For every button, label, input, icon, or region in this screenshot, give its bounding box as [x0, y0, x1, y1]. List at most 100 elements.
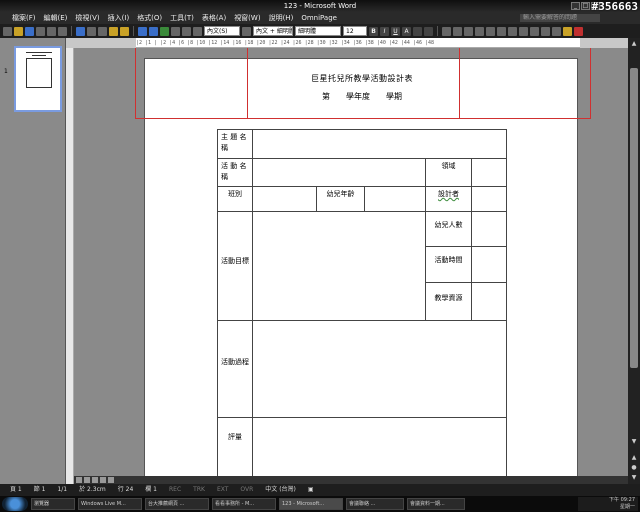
- font-size-select[interactable]: 12: [343, 26, 367, 36]
- status-ovr[interactable]: OVR: [234, 484, 259, 496]
- menu-format[interactable]: 格式(O): [133, 12, 166, 24]
- columns-icon[interactable]: [182, 26, 191, 36]
- menu-table[interactable]: 表格(A): [198, 12, 230, 24]
- eval-value-cell[interactable]: [252, 417, 507, 477]
- print-icon[interactable]: [47, 26, 56, 36]
- time-value-cell[interactable]: [471, 246, 507, 283]
- prev-page-icon[interactable]: ▲: [630, 454, 638, 462]
- align-justify-icon[interactable]: [442, 26, 451, 36]
- maximize-button[interactable]: □: [581, 2, 590, 10]
- font-border-button[interactable]: A: [402, 26, 411, 36]
- vertical-ruler[interactable]: [66, 48, 74, 484]
- status-rec[interactable]: REC: [163, 484, 187, 496]
- font-color-icon[interactable]: [574, 26, 583, 36]
- spelling-status-icon[interactable]: ▣: [302, 484, 320, 496]
- new-document-icon[interactable]: [3, 26, 12, 36]
- clock-time[interactable]: 下午 09:27: [578, 497, 635, 504]
- menu-file[interactable]: 檔案(F): [8, 12, 40, 24]
- menu-insert[interactable]: 插入(I): [104, 12, 134, 24]
- reading-view-icon[interactable]: [108, 477, 114, 483]
- status-bar: 頁 1 節 1 1/1 於 2.3cm 行 24 欄 1 REC TRK EXT…: [0, 484, 640, 496]
- goal-value-cell[interactable]: [252, 211, 426, 321]
- line-spacing-icon[interactable]: [497, 26, 506, 36]
- hyperlink-icon[interactable]: [160, 26, 169, 36]
- domain-value-cell[interactable]: [471, 158, 507, 187]
- decrease-indent-icon[interactable]: [530, 26, 539, 36]
- border-icon[interactable]: [552, 26, 561, 36]
- taskbar-item[interactable]: Windows Live M...: [78, 498, 142, 510]
- vertical-scrollbar[interactable]: ▲ ▼ ▲ ● ▼: [628, 38, 640, 484]
- horizontal-ruler[interactable]: |2 |1 | |2 |4 |6 |8 |10 |12 |14 |16 |18 …: [136, 38, 580, 48]
- align-center-icon[interactable]: [464, 26, 473, 36]
- print-layout-icon[interactable]: [92, 477, 98, 483]
- save-icon[interactable]: [25, 26, 34, 36]
- menu-help[interactable]: 說明(H): [265, 12, 298, 24]
- select-browse-icon[interactable]: ●: [630, 464, 638, 472]
- status-trk[interactable]: TRK: [187, 484, 211, 496]
- outline-view-icon[interactable]: [100, 477, 106, 483]
- menu-window[interactable]: 視窗(W): [230, 12, 264, 24]
- help-search-input[interactable]: 輸入需要解答的問題: [520, 14, 600, 22]
- scroll-up-icon[interactable]: ▲: [630, 40, 638, 48]
- class-value-cell[interactable]: [252, 186, 317, 212]
- menu-edit[interactable]: 編輯(E): [40, 12, 72, 24]
- copy-icon[interactable]: [98, 26, 107, 36]
- bullets-icon[interactable]: [519, 26, 528, 36]
- count-value-cell[interactable]: [471, 211, 507, 247]
- web-view-icon[interactable]: [84, 477, 90, 483]
- permission-icon[interactable]: [36, 26, 45, 36]
- spelling-icon[interactable]: [76, 26, 85, 36]
- distributed-icon[interactable]: [486, 26, 495, 36]
- scroll-thumb[interactable]: [630, 68, 638, 368]
- increase-indent-icon[interactable]: [541, 26, 550, 36]
- taskbar-item[interactable]: 台大推薦網頁 ...: [145, 498, 209, 510]
- numbering-icon[interactable]: [508, 26, 517, 36]
- char-scale-icon[interactable]: [424, 26, 433, 36]
- taskbar-item[interactable]: 會議資料一期...: [407, 498, 465, 510]
- menu-tools[interactable]: 工具(T): [166, 12, 198, 24]
- taskbar-item-active[interactable]: 123 - Microsoft...: [279, 498, 343, 510]
- font-select[interactable]: 細明體: [295, 26, 341, 36]
- start-button[interactable]: [2, 497, 28, 511]
- align-right-icon[interactable]: [475, 26, 484, 36]
- thumbnail-line: [32, 55, 46, 56]
- scroll-down-icon[interactable]: ▼: [630, 438, 638, 446]
- table-icon[interactable]: [171, 26, 180, 36]
- print-preview-icon[interactable]: [58, 26, 67, 36]
- paragraph-style-select[interactable]: 內文 + 細明體: [253, 26, 293, 36]
- style-select[interactable]: 內文(S): [204, 26, 240, 36]
- highlight-icon[interactable]: [563, 26, 572, 36]
- redo-icon[interactable]: [149, 26, 158, 36]
- process-value-cell[interactable]: [252, 320, 507, 418]
- cut-icon[interactable]: [87, 26, 96, 36]
- styles-pane-icon[interactable]: [242, 26, 251, 36]
- taskbar-item[interactable]: 瀏覽器: [31, 498, 75, 510]
- theme-value-cell[interactable]: [252, 129, 507, 159]
- drawing-icon[interactable]: [193, 26, 202, 36]
- designer-value-cell[interactable]: [471, 186, 507, 212]
- menu-omnipage[interactable]: OmniPage: [297, 12, 341, 24]
- menu-view[interactable]: 檢視(V): [71, 12, 103, 24]
- normal-view-icon[interactable]: [76, 477, 82, 483]
- page-thumbnail[interactable]: [14, 46, 62, 112]
- document-page[interactable]: 巨星托兒所教學活動設計表 第 學年度 學期 主 題 名 稱 活 動 名 稱 領域…: [135, 48, 591, 484]
- status-ext[interactable]: EXT: [211, 484, 234, 496]
- taskbar-item[interactable]: 會議聯絡 ...: [346, 498, 404, 510]
- activity-value-cell[interactable]: [252, 158, 426, 187]
- process-label-cell: 活動過程: [217, 320, 253, 418]
- align-left-icon[interactable]: [453, 26, 462, 36]
- age-value-cell[interactable]: [364, 186, 426, 212]
- paste-icon[interactable]: [109, 26, 118, 36]
- format-painter-icon[interactable]: [120, 26, 129, 36]
- italic-button[interactable]: I: [380, 26, 389, 36]
- open-folder-icon[interactable]: [14, 26, 23, 36]
- bold-button[interactable]: B: [369, 26, 378, 36]
- ruler-margin-left: [66, 38, 136, 48]
- undo-icon[interactable]: [138, 26, 147, 36]
- next-page-icon[interactable]: ▼: [630, 474, 638, 482]
- minimize-button[interactable]: _: [571, 2, 580, 10]
- resource-value-cell[interactable]: [471, 282, 507, 321]
- underline-button[interactable]: U: [391, 26, 400, 36]
- char-shading-icon[interactable]: [413, 26, 422, 36]
- taskbar-item[interactable]: 看看事務所 - M...: [212, 498, 276, 510]
